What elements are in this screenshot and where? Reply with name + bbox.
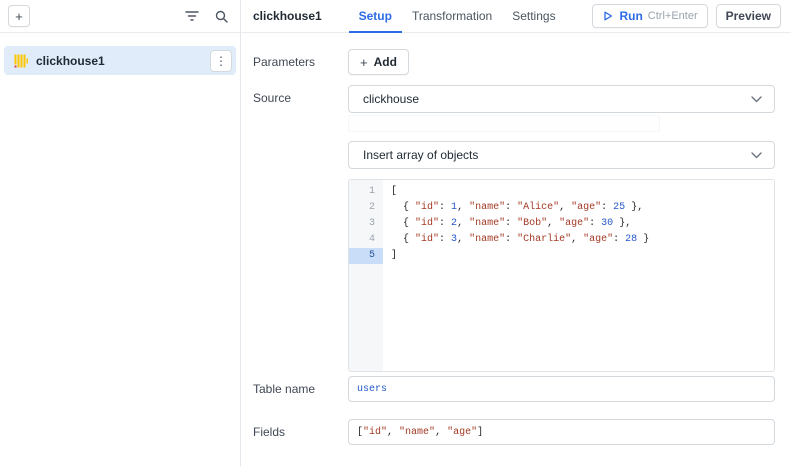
source-select[interactable]: clickhouse	[348, 85, 775, 113]
tab-bar: Setup Transformation Settings	[349, 0, 566, 33]
fields-label: Fields	[253, 419, 348, 445]
run-shortcut: Ctrl+Enter	[648, 10, 698, 22]
app-container: + clickhouse1	[0, 0, 791, 466]
table-name-label: Table name	[253, 376, 348, 402]
preview-button[interactable]: Preview	[716, 4, 781, 28]
page-title: clickhouse1	[253, 9, 322, 23]
tab-settings[interactable]: Settings	[502, 0, 565, 33]
query-header: clickhouse1 Setup Transformation Setting…	[241, 0, 791, 33]
empty-placeholder	[348, 115, 660, 132]
new-query-button[interactable]: +	[8, 5, 30, 27]
search-icon[interactable]	[215, 10, 228, 23]
editor-code: [ { "id": 1, "name": "Alice", "age": 25 …	[383, 180, 774, 371]
tab-transformation[interactable]: Transformation	[402, 0, 502, 33]
item-menu-button[interactable]: ⋮	[210, 50, 232, 72]
preview-label: Preview	[726, 9, 771, 23]
write-mode-value: Insert array of objects	[363, 148, 478, 162]
query-sidebar: + clickhouse1	[0, 0, 241, 466]
plus-icon: +	[360, 56, 368, 69]
fields-value: ["id", "name", "age"]	[357, 427, 483, 438]
table-name-input[interactable]: users	[348, 376, 775, 402]
clickhouse-icon	[14, 54, 28, 68]
sidebar-item-clickhouse1[interactable]: clickhouse1 ⋮	[4, 46, 236, 75]
filter-icon[interactable]	[185, 10, 199, 22]
fields-input[interactable]: ["id", "name", "age"]	[348, 419, 775, 445]
main-panel: clickhouse1 Setup Transformation Setting…	[241, 0, 791, 466]
source-label: Source	[253, 85, 348, 113]
query-item-label: clickhouse1	[36, 54, 202, 68]
run-label: Run	[619, 9, 642, 23]
play-icon	[602, 10, 614, 22]
sidebar-toolbar: +	[0, 0, 240, 33]
source-select-value: clickhouse	[363, 92, 419, 106]
code-editor[interactable]: 12345 [ { "id": 1, "name": "Alice", "age…	[348, 179, 775, 372]
table-name-value: users	[357, 384, 387, 395]
tab-setup[interactable]: Setup	[349, 0, 402, 33]
setup-form: Parameters + Add Source clickhouse	[241, 33, 791, 466]
chevron-down-icon	[751, 152, 762, 159]
header-actions: Run Ctrl+Enter Preview	[592, 4, 781, 28]
write-mode-select[interactable]: Insert array of objects	[348, 141, 775, 169]
chevron-down-icon	[751, 96, 762, 103]
parameters-label: Parameters	[253, 49, 348, 75]
add-parameter-button[interactable]: + Add	[348, 49, 409, 75]
run-button[interactable]: Run Ctrl+Enter	[592, 4, 707, 28]
editor-gutter: 12345	[349, 180, 383, 371]
